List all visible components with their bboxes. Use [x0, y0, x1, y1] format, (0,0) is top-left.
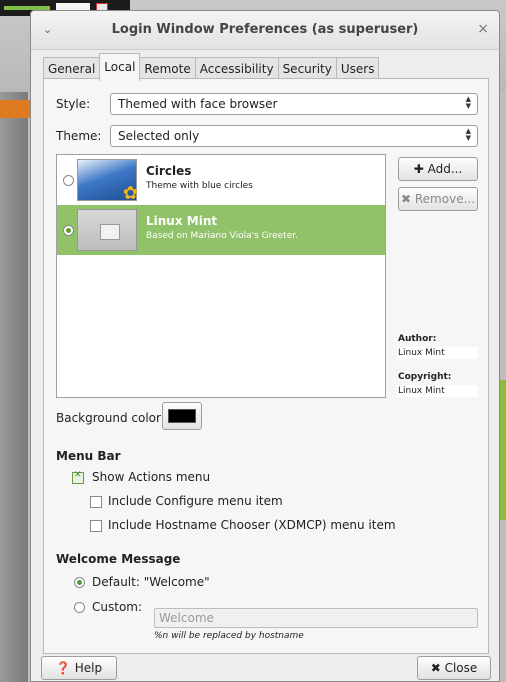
background-color-label: Background color: [56, 411, 165, 425]
tab-remote[interactable]: Remote [139, 57, 196, 80]
flower-icon: ✿ [122, 183, 138, 204]
copyright-value: Linux Mint [397, 385, 478, 397]
include-configure-label: Include Configure menu item [108, 494, 283, 508]
include-hostname-label: Include Hostname Chooser (XDMCP) menu it… [108, 518, 396, 532]
theme-description: Based on Mariano Viola's Greeter. [146, 231, 298, 241]
theme-description: Theme with blue circles [146, 181, 253, 191]
custom-welcome-input[interactable]: Welcome [154, 608, 478, 628]
close-icon[interactable]: × [477, 21, 489, 37]
window-title: Login Window Preferences (as superuser) [111, 22, 419, 37]
menu-bar-heading: Menu Bar [56, 449, 121, 463]
theme-radio-linux-mint[interactable] [63, 225, 74, 236]
welcome-message-heading: Welcome Message [56, 552, 181, 566]
combo-arrows-icon: ▲ ▼ [465, 95, 471, 110]
style-combo-value: Themed with face browser [118, 97, 278, 111]
theme-name: Linux Mint [146, 214, 218, 228]
theme-radio-circles[interactable] [63, 175, 74, 186]
custom-welcome-label: Custom: [92, 600, 143, 614]
screen-icon [100, 224, 120, 240]
style-combo[interactable]: Themed with face browser ▲ ▼ [110, 93, 478, 115]
background-window-edge [0, 92, 28, 682]
tab-security[interactable]: Security [277, 57, 337, 80]
default-welcome-label: Default: "Welcome" [92, 575, 210, 589]
custom-welcome-radio[interactable] [74, 602, 85, 613]
background-color-button[interactable] [162, 402, 202, 430]
background-accent [0, 100, 30, 118]
tab-users[interactable]: Users [335, 57, 380, 80]
theme-thumbnail-linux-mint [77, 209, 137, 251]
titlebar: ⌄ Login Window Preferences (as superuser… [31, 11, 499, 50]
theme-combo-value: Selected only [118, 129, 200, 143]
add-button-label: Add... [427, 162, 463, 176]
help-icon: ❓ [55, 661, 71, 675]
help-button-label: Help [74, 661, 103, 675]
tab-bar: General Local Remote Accessibility Secur… [43, 53, 380, 81]
style-label: Style: [56, 97, 91, 111]
close-button-label: Close [444, 661, 478, 675]
author-label: Author: [398, 334, 437, 344]
theme-combo[interactable]: Selected only ▲ ▼ [110, 125, 478, 147]
theme-thumbnail-circles: ✿ [77, 159, 138, 204]
default-welcome-radio[interactable] [74, 577, 85, 588]
include-hostname-checkbox[interactable] [90, 520, 102, 532]
tab-general[interactable]: General [43, 57, 101, 80]
tab-accessibility[interactable]: Accessibility [194, 57, 279, 80]
theme-name: Circles [146, 164, 192, 178]
color-swatch [168, 409, 196, 423]
copyright-label: Copyright: [398, 372, 452, 382]
theme-row-linux-mint[interactable]: Linux Mint Based on Mariano Viola's Gree… [57, 205, 385, 255]
tab-local[interactable]: Local [99, 53, 141, 81]
help-button[interactable]: ❓ Help [41, 656, 117, 680]
show-actions-label: Show Actions menu [92, 470, 211, 484]
close-button-icon: ✖ [430, 661, 441, 675]
remove-theme-button[interactable]: ✖ Remove... [398, 187, 478, 211]
theme-label: Theme: [56, 129, 102, 143]
add-theme-button[interactable]: ✚ Add... [398, 157, 478, 181]
add-icon: ✚ [413, 162, 424, 176]
remove-icon: ✖ [400, 192, 412, 206]
theme-list: ✿ Circles Theme with blue circles Linux … [56, 154, 386, 398]
combo-arrows-icon: ▲ ▼ [465, 127, 471, 142]
include-configure-checkbox[interactable] [90, 496, 102, 508]
login-preferences-window: ⌄ Login Window Preferences (as superuser… [30, 10, 500, 682]
author-value: Linux Mint [397, 347, 478, 359]
hostname-hint: %n will be replaced by hostname [154, 631, 304, 641]
close-button[interactable]: ✖ Close [417, 656, 491, 680]
theme-row-circles[interactable]: ✿ Circles Theme with blue circles [57, 155, 385, 205]
local-tab-panel: Style: Themed with face browser ▲ ▼ Theme… [43, 78, 489, 654]
remove-button-label: Remove... [414, 192, 476, 206]
show-actions-checkbox[interactable] [72, 470, 84, 484]
